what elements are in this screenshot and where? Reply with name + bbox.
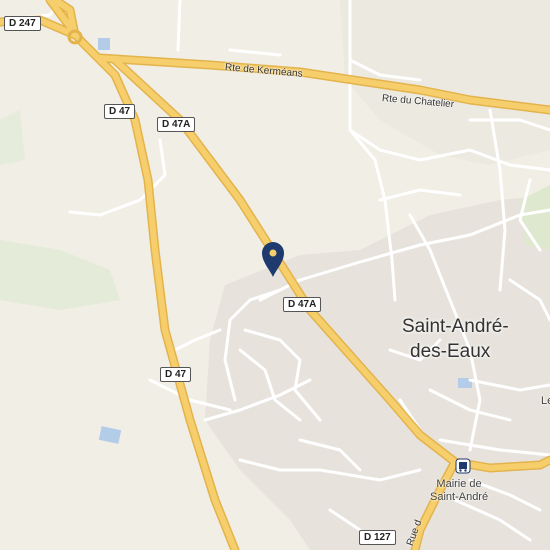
shield-d47-bottom: D 47: [160, 367, 192, 382]
town-label-line2: des-Eaux: [410, 341, 491, 362]
shield-d47a-mid: D 47A: [283, 297, 322, 312]
town-label-line1: Saint-André-: [402, 316, 509, 337]
map-view[interactable]: D 247 D 47 D 47A D 47A D 47 D 127 Rte de…: [0, 0, 550, 550]
poi-label-mairie[interactable]: Mairie de Saint-André: [430, 478, 488, 504]
poi-label-mairie-line1: Mairie de: [436, 478, 482, 490]
shield-d47a-top: D 47A: [157, 117, 196, 132]
poi-label-mairie-line2: Saint-André: [430, 491, 489, 503]
town-label: Saint-André- des-Eaux: [402, 314, 509, 364]
green-area-small: [0, 110, 25, 165]
water-pond-1: [98, 426, 122, 444]
map-canvas: [0, 0, 550, 550]
water-pond-2: [98, 38, 110, 50]
urban-area-village: [205, 195, 550, 550]
green-area-west: [0, 240, 120, 310]
bus-stop-icon[interactable]: [455, 458, 471, 474]
shield-d247: D 247: [4, 16, 41, 31]
shield-d47-top: D 47: [104, 104, 136, 119]
shield-d127: D 127: [359, 530, 396, 545]
poi-label-edge: Le: [541, 395, 550, 407]
